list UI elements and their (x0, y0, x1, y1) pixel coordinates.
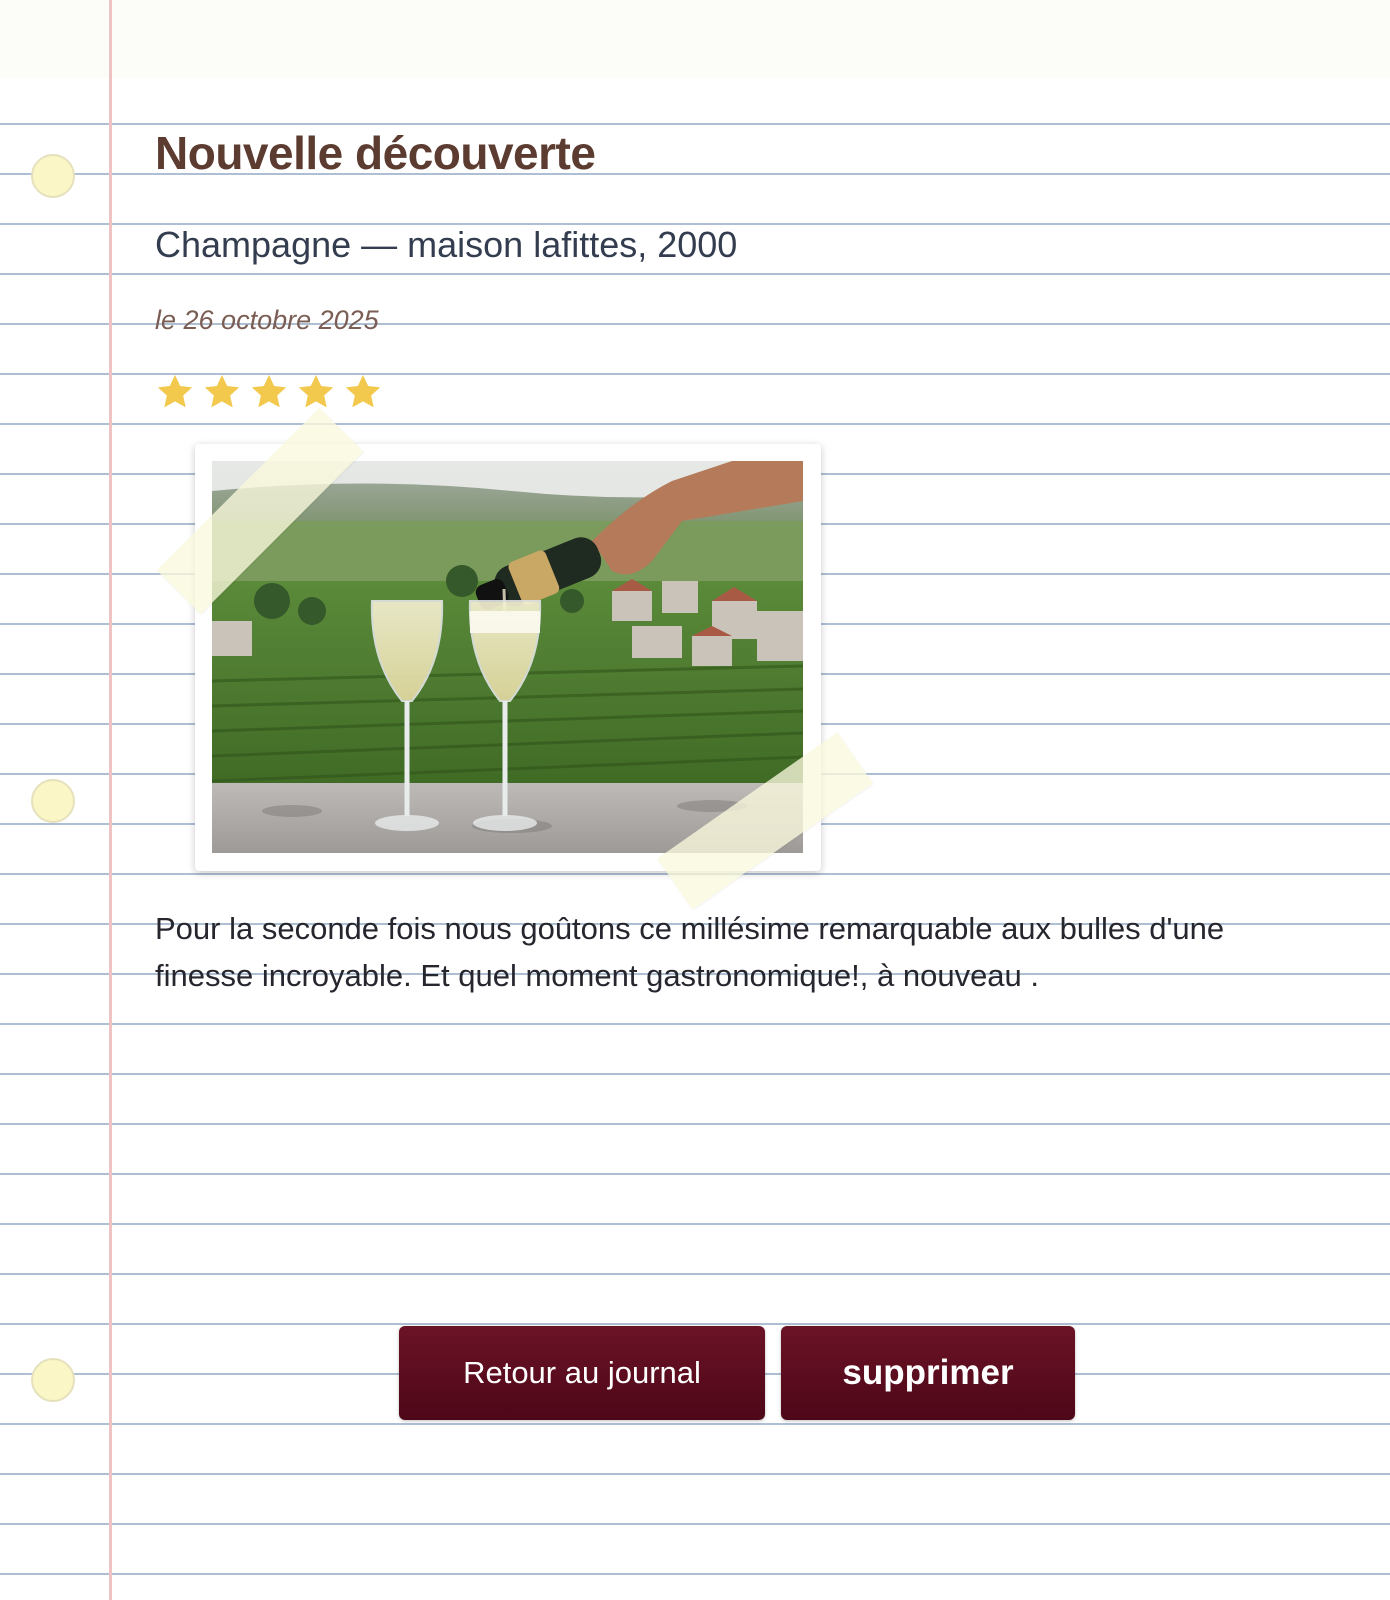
entry-text: Pour la seconde fois nous goûtons ce mil… (155, 911, 1225, 993)
binder-hole-middle (31, 779, 75, 823)
star-icon (345, 375, 381, 408)
champagne-photo (212, 461, 803, 853)
entry-date: le 26 octobre 2025 (155, 305, 379, 335)
back-to-journal-button[interactable]: Retour au journal (399, 1326, 765, 1420)
wine-subtitle: Champagne — maison lafittes, 2000 (155, 224, 738, 265)
binder-hole-top (31, 154, 75, 198)
binder-hole-bottom (31, 1358, 75, 1402)
delete-button[interactable]: supprimer (781, 1326, 1075, 1420)
champagne-vineyard-image (212, 461, 803, 853)
star-icon (157, 375, 193, 408)
star-icon (204, 375, 240, 408)
star-icon (251, 375, 287, 408)
entry-title: Nouvelle découverte (155, 127, 596, 179)
margin-line (109, 0, 112, 1600)
page-top-band (0, 0, 1390, 78)
star-rating (155, 372, 390, 412)
star-icon (298, 375, 334, 408)
